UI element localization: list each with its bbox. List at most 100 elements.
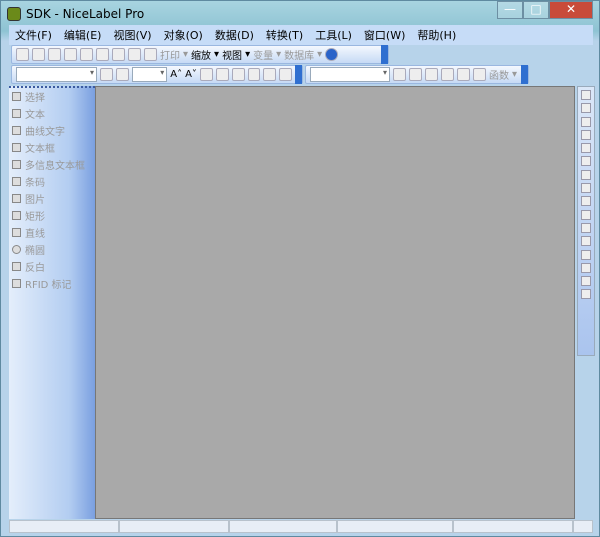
tool-label: 直线 [25, 229, 45, 240]
align-left-icon[interactable] [247, 68, 261, 81]
menu-object[interactable]: 对象(O) [164, 27, 203, 43]
align-right-icon[interactable] [279, 68, 293, 81]
font-icon[interactable] [99, 68, 113, 81]
inverse-icon [12, 262, 21, 271]
standard-toolbar: 打印 ▾ 缩放 ▾ 视图 ▾ 变量 ▾ 数据库 ▾ [11, 45, 389, 64]
status-pane [9, 520, 119, 533]
minimize-button[interactable]: — [497, 1, 523, 19]
query-icon[interactable] [441, 68, 454, 81]
font-style-icon[interactable] [115, 68, 129, 81]
tool-inverse[interactable]: 反白 [9, 258, 95, 275]
menu-view[interactable]: 视图(V) [113, 27, 151, 43]
group-icon[interactable] [581, 249, 591, 260]
toolbar-options[interactable] [521, 65, 528, 84]
app-logo-icon [7, 7, 21, 21]
properties-icon[interactable] [581, 289, 591, 300]
database-icon[interactable] [409, 68, 422, 81]
toolbar-options[interactable] [381, 45, 388, 64]
variable-button[interactable]: 变量 [253, 47, 273, 62]
edit-icon[interactable] [425, 68, 438, 81]
menu-file[interactable]: 文件(F) [15, 27, 52, 43]
close-button[interactable]: ✕ [549, 1, 593, 19]
tool-label: 矩形 [25, 212, 45, 223]
object-toolbox: 选择 文本 曲线文字 文本框 多信息文本框 条码 图片 矩形 直线 椭圆 反白 … [9, 86, 95, 519]
align-center-icon[interactable] [263, 68, 277, 81]
zoom-button[interactable]: 缩放 [191, 47, 211, 62]
font-size-select[interactable] [131, 67, 168, 82]
function-button[interactable]: 函数 [489, 67, 509, 82]
status-pane [453, 520, 573, 533]
snap-icon[interactable] [581, 276, 591, 287]
line-icon [12, 228, 21, 237]
printer-icon [144, 48, 157, 61]
rotate-icon[interactable] [581, 209, 591, 220]
maximize-button[interactable]: □ [523, 1, 549, 19]
shrink-font-icon[interactable]: A˅ [185, 69, 197, 80]
app-window: SDK - NiceLabel Pro — □ ✕ 文件(F) 编辑(E) 视图(V) 对… [0, 0, 600, 537]
tool-curved-text[interactable]: 曲线文字 [9, 122, 95, 139]
tool-text-box[interactable]: 文本框 [9, 139, 95, 156]
toolbar-options[interactable] [295, 65, 302, 84]
new-icon[interactable] [16, 48, 29, 61]
tool-rfid[interactable]: RFID 标记 [9, 275, 95, 292]
align-top-icon[interactable] [581, 143, 591, 154]
view-button[interactable]: 视图 [222, 47, 242, 62]
grow-font-icon[interactable]: A˄ [170, 69, 182, 80]
cut-icon[interactable] [64, 48, 77, 61]
bring-front-icon[interactable] [581, 222, 591, 233]
italic-icon[interactable] [215, 68, 229, 81]
print-button[interactable]: 打印 [160, 47, 180, 62]
resize-grip[interactable] [573, 520, 593, 533]
tool-picture[interactable]: 图片 [9, 190, 95, 207]
tool-label: 文本 [25, 110, 45, 121]
menu-transform[interactable]: 转换(T) [266, 27, 303, 43]
bold-icon[interactable] [199, 68, 213, 81]
tool-barcode[interactable]: 条码 [9, 173, 95, 190]
menu-tools[interactable]: 工具(L) [315, 27, 352, 43]
same-width-icon[interactable] [581, 183, 591, 194]
menu-edit[interactable]: 编辑(E) [64, 27, 102, 43]
tool-text[interactable]: 文本 [9, 105, 95, 122]
export-icon[interactable] [128, 48, 141, 61]
save-icon[interactable] [48, 48, 61, 61]
align-right-icon[interactable] [581, 129, 591, 140]
link-icon[interactable] [457, 68, 470, 81]
tool-label: 曲线文字 [25, 127, 65, 138]
tool-select[interactable]: 选择 [9, 88, 95, 105]
color-icon[interactable] [581, 90, 591, 100]
open-icon[interactable] [32, 48, 45, 61]
copy-icon[interactable] [80, 48, 93, 61]
menu-data[interactable]: 数据(D) [215, 27, 254, 43]
send-back-icon[interactable] [581, 236, 591, 247]
grid-icon[interactable] [581, 262, 591, 273]
variable-select[interactable] [310, 67, 390, 82]
underline-icon[interactable] [231, 68, 245, 81]
tool-label: 反白 [25, 263, 45, 274]
align-middle-icon[interactable] [581, 156, 591, 167]
variable-wizard-icon[interactable] [393, 68, 406, 81]
tool-line[interactable]: 直线 [9, 224, 95, 241]
text-icon [12, 109, 21, 118]
tool-ellipse[interactable]: 椭圆 [9, 241, 95, 258]
tool-label: 条码 [25, 178, 45, 189]
database-button[interactable]: 数据库 [284, 47, 314, 62]
same-height-icon[interactable] [581, 196, 591, 207]
rfid-icon [12, 279, 21, 288]
font-select[interactable] [16, 67, 97, 82]
pointer-icon [12, 92, 21, 101]
align-center-icon[interactable] [581, 116, 591, 127]
paste-icon[interactable] [96, 48, 109, 61]
tool-label: 多信息文本框 [25, 161, 85, 172]
curved-text-icon [12, 126, 21, 135]
tool-rich-text-box[interactable]: 多信息文本框 [9, 156, 95, 173]
align-left-icon[interactable] [581, 103, 591, 114]
menu-help[interactable]: 帮助(H) [417, 27, 456, 43]
label-canvas[interactable] [95, 86, 575, 519]
menu-window[interactable]: 窗口(W) [364, 27, 405, 43]
help-icon[interactable] [325, 48, 339, 61]
import-icon[interactable] [112, 48, 125, 61]
align-bottom-icon[interactable] [581, 169, 591, 180]
rich-text-icon [12, 160, 21, 169]
alignment-toolbar [577, 86, 595, 356]
tool-rectangle[interactable]: 矩形 [9, 207, 95, 224]
